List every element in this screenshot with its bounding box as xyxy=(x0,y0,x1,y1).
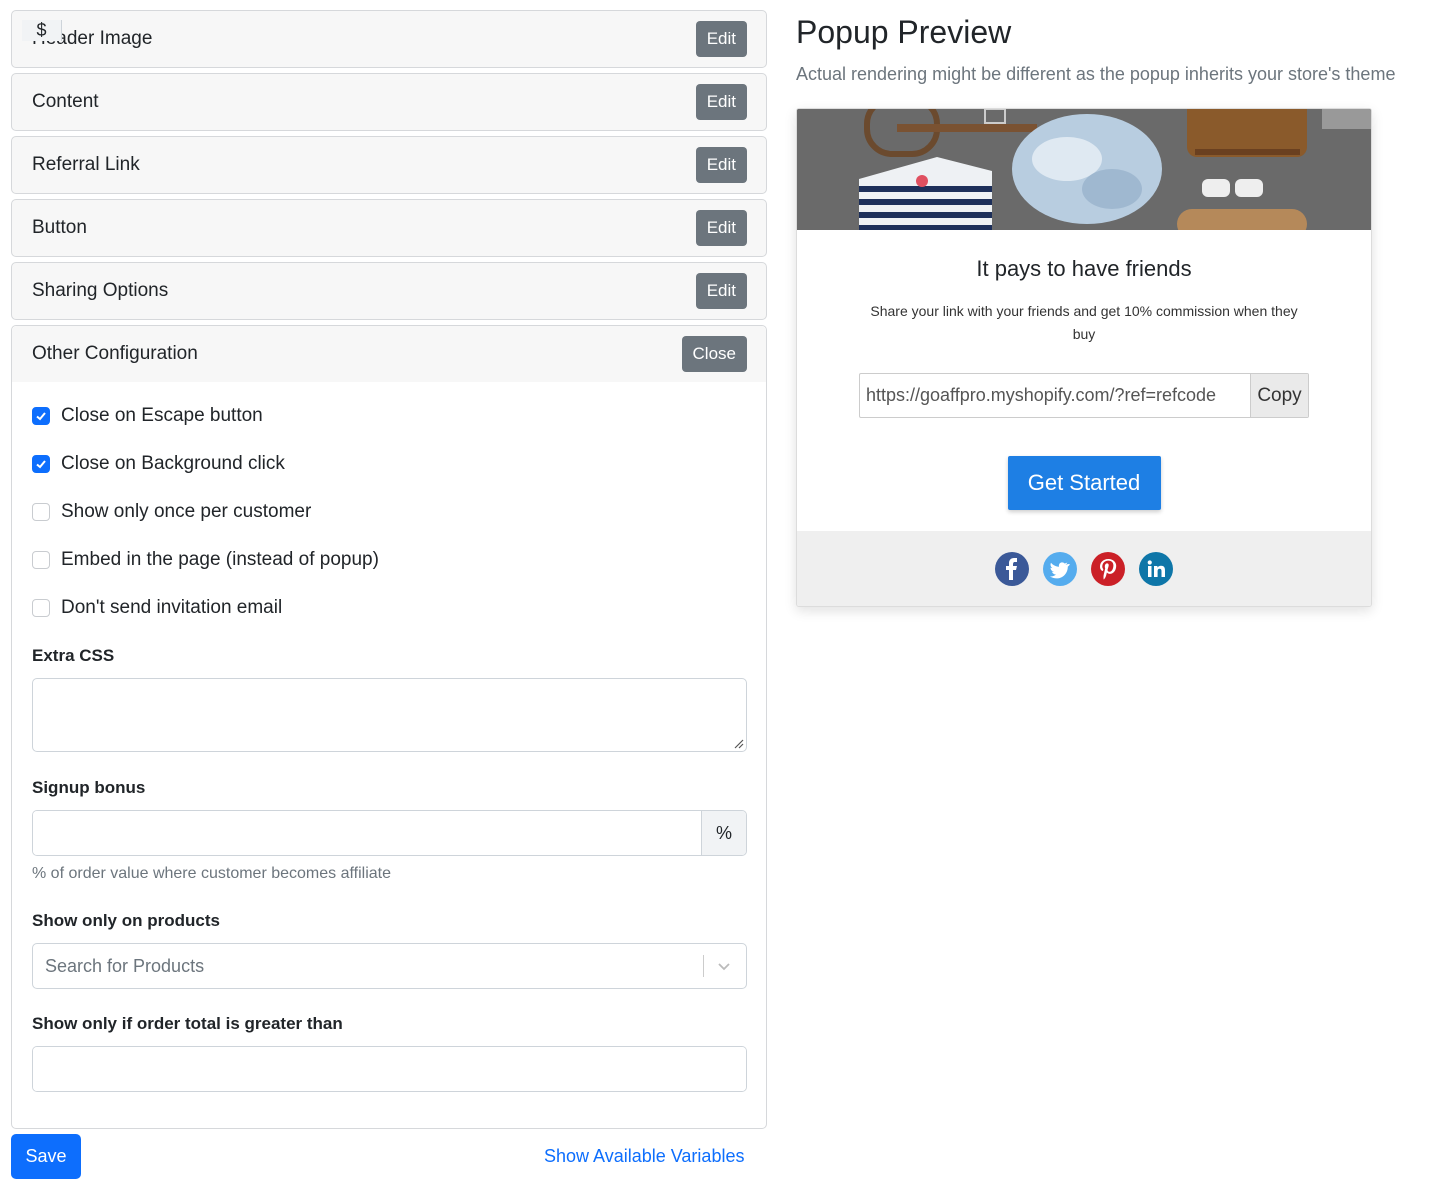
checkbox-label: Close on Background click xyxy=(61,453,285,474)
percent-addon: % xyxy=(701,811,746,855)
popup-text: Share your link with your friends and ge… xyxy=(870,303,1298,342)
copy-button[interactable]: Copy xyxy=(1250,374,1308,417)
checkbox-no-invitation[interactable]: Don't send invitation email xyxy=(32,584,747,632)
settings-panel: Header Image Edit Content Edit Referral … xyxy=(11,10,767,1129)
section-title: Referral Link xyxy=(32,154,140,175)
linkedin-icon[interactable] xyxy=(1139,551,1173,586)
pinterest-icon[interactable] xyxy=(1091,551,1125,586)
popup-heading: It pays to have friends xyxy=(976,256,1192,281)
products-label: Show only on products xyxy=(32,911,220,930)
chevron-down-icon[interactable] xyxy=(716,958,732,974)
check-icon xyxy=(36,412,46,421)
edit-button[interactable]: Edit xyxy=(695,21,747,57)
accordion-content[interactable]: Content Edit xyxy=(11,73,767,131)
signup-bonus-group: Signup bonus % % of order value where cu… xyxy=(32,778,747,883)
show-variables-link[interactable]: Show Available Variables xyxy=(544,1146,744,1167)
order-total-input-group: $ xyxy=(22,20,747,1092)
order-total-input[interactable] xyxy=(33,1047,746,1091)
products-placeholder: Search for Products xyxy=(45,955,205,976)
checkbox-embed-page[interactable]: Embed in the page (instead of popup) xyxy=(32,536,747,584)
save-button[interactable]: Save xyxy=(11,1134,81,1179)
products-group: Show only on products Search for Product… xyxy=(32,911,747,989)
header-photo-illustration xyxy=(797,109,1371,230)
select-separator xyxy=(703,955,704,977)
checkbox-close-background[interactable]: Close on Background click xyxy=(32,440,747,488)
edit-button[interactable]: Edit xyxy=(695,84,747,120)
share-bar xyxy=(797,531,1371,606)
checkbox[interactable] xyxy=(32,455,50,473)
checkbox-label: Close on Escape button xyxy=(61,405,263,426)
popup-preview: It pays to have friends Share your link … xyxy=(796,108,1372,607)
section-title: Other Configuration xyxy=(32,343,198,364)
accordion-other-configuration: Other Configuration Close Close on Escap… xyxy=(11,20,767,1129)
extra-css-group: Extra CSS xyxy=(32,646,747,752)
referral-link-group: https://goaffpro.myshopify.com/?ref=refc… xyxy=(859,373,1309,418)
signup-bonus-input-group: % xyxy=(32,810,747,856)
section-title: Content xyxy=(32,91,99,112)
edit-button[interactable]: Edit xyxy=(695,273,747,309)
preview-title: Popup Preview xyxy=(796,14,1012,50)
section-title: Button xyxy=(32,217,87,238)
products-select[interactable]: Search for Products xyxy=(32,943,747,989)
edit-button[interactable]: Edit xyxy=(695,210,747,246)
get-started-button[interactable]: Get Started xyxy=(1007,456,1161,510)
resize-handle-icon[interactable] xyxy=(732,737,744,749)
checkbox-show-once[interactable]: Show only once per customer xyxy=(32,488,747,536)
accordion-sharing-options[interactable]: Sharing Options Edit xyxy=(11,262,767,320)
checkbox-label: Show only once per customer xyxy=(61,501,312,522)
signup-bonus-help: % of order value where customer becomes … xyxy=(32,865,391,882)
extra-css-textarea[interactable] xyxy=(32,678,747,752)
referral-link-input[interactable]: https://goaffpro.myshopify.com/?ref=refc… xyxy=(860,374,1250,417)
signup-bonus-label: Signup bonus xyxy=(32,778,146,797)
checkbox[interactable] xyxy=(32,407,50,425)
checkbox-close-escape[interactable]: Close on Escape button xyxy=(32,392,747,440)
extra-css-label: Extra CSS xyxy=(32,646,115,665)
checkbox[interactable] xyxy=(32,551,50,569)
checkbox[interactable] xyxy=(32,503,50,521)
signup-bonus-input[interactable] xyxy=(33,811,701,855)
preview-subtitle: Actual rendering might be different as t… xyxy=(796,64,1396,84)
order-total-group: Show only if order total is greater than… xyxy=(22,20,747,1092)
twitter-icon[interactable] xyxy=(1043,551,1077,586)
checkbox-label: Don't send invitation email xyxy=(61,597,283,618)
accordion-button[interactable]: Button Edit xyxy=(11,199,767,257)
header-image xyxy=(797,109,1371,230)
accordion-referral-link[interactable]: Referral Link Edit xyxy=(11,136,767,194)
check-icon xyxy=(36,460,46,469)
order-total-label: Show only if order total is greater than xyxy=(32,1014,343,1033)
section-title: Sharing Options xyxy=(32,280,169,301)
accordion-header-image[interactable]: Header Image Edit xyxy=(11,10,767,68)
facebook-icon[interactable] xyxy=(995,551,1029,586)
checkbox-label: Embed in the page (instead of popup) xyxy=(61,549,379,570)
close-button[interactable]: Close xyxy=(681,336,747,372)
edit-button[interactable]: Edit xyxy=(695,147,747,183)
checkbox[interactable] xyxy=(32,599,50,617)
